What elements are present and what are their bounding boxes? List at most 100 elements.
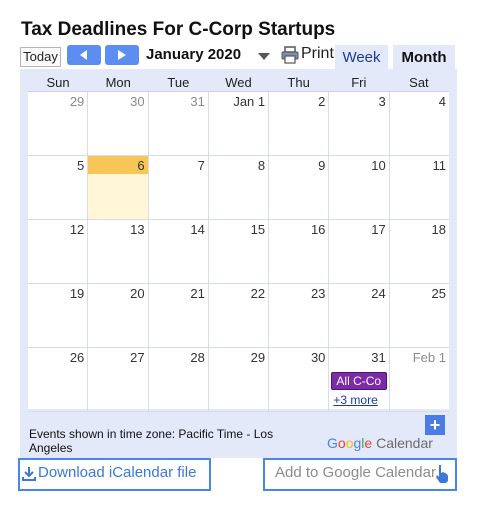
weekday-label: Mon <box>105 75 131 90</box>
day-number: 25 <box>431 286 446 301</box>
add-to-google-calendar-button[interactable]: Add to Google Calendar <box>263 458 457 491</box>
day-number: 11 <box>432 158 446 173</box>
day-number: Feb 1 <box>412 350 446 365</box>
day-number: 10 <box>371 158 386 173</box>
day-cell[interactable]: 23 <box>269 284 330 347</box>
day-cell[interactable]: 11 <box>390 156 449 219</box>
print-label: Print <box>301 45 334 62</box>
month-grid: 29 30 31 Jan 1 2 3 4 5 6 7 8 9 10 11 12 … <box>28 91 449 412</box>
next-month-button[interactable] <box>105 45 139 65</box>
add-to-calendar-plus-icon[interactable]: + <box>425 415 445 435</box>
day-cell[interactable]: 2 <box>269 92 330 155</box>
chevron-left-icon <box>80 50 87 60</box>
day-cell[interactable]: 21 <box>149 284 209 347</box>
day-cell[interactable]: 24 <box>329 284 390 347</box>
day-number: 2 <box>318 94 326 109</box>
day-cell[interactable]: 28 <box>149 348 209 411</box>
day-number: 4 <box>438 94 446 109</box>
day-cell[interactable]: 14 <box>149 220 209 283</box>
weekday-label: Wed <box>225 75 252 90</box>
day-cell[interactable]: 31 <box>149 92 209 155</box>
download-icon <box>22 467 36 481</box>
day-number: 6 <box>137 158 145 173</box>
day-cell[interactable]: 29 <box>209 348 270 411</box>
day-number: 9 <box>318 158 326 173</box>
day-cell[interactable]: 7 <box>149 156 209 219</box>
tab-week[interactable]: Week <box>335 45 388 71</box>
day-number: 13 <box>130 222 145 237</box>
day-cell[interactable]: 20 <box>88 284 149 347</box>
day-number: 3 <box>378 94 386 109</box>
day-cell[interactable]: 9 <box>269 156 330 219</box>
day-number: 14 <box>190 222 205 237</box>
day-cell[interactable]: 29 <box>28 92 89 155</box>
day-number: 27 <box>130 350 145 365</box>
week-row: 19 20 21 22 23 24 25 <box>28 284 449 348</box>
day-number: 30 <box>310 350 326 365</box>
day-number: 23 <box>310 286 326 301</box>
day-cell[interactable]: 10 <box>329 156 390 219</box>
day-number: 16 <box>310 222 326 237</box>
day-cell[interactable]: 5 <box>28 156 89 219</box>
tab-month[interactable]: Month <box>393 45 455 71</box>
day-cell[interactable]: 12 <box>28 220 89 283</box>
page-title: Tax Deadlines For C-Corp Startups <box>21 19 336 40</box>
day-number: 31 <box>190 94 205 109</box>
download-icalendar-button[interactable]: Download iCalendar file <box>18 458 211 491</box>
chevron-down-icon[interactable] <box>258 53 270 60</box>
day-cell[interactable]: 30 <box>88 92 149 155</box>
week-row: 12 13 14 15 16 17 18 <box>28 220 449 284</box>
day-number: 19 <box>69 286 85 301</box>
day-number: 12 <box>69 222 85 237</box>
day-cell[interactable]: 30 <box>269 348 330 411</box>
day-number: 8 <box>257 158 266 173</box>
month-label: January 2020 <box>146 46 242 63</box>
day-number: 7 <box>197 158 205 173</box>
day-number: 20 <box>130 286 145 301</box>
day-number: 17 <box>371 222 386 237</box>
day-cell[interactable]: 4 <box>390 92 449 155</box>
weekday-label: Fri <box>351 75 367 90</box>
prev-month-button[interactable] <box>67 45 101 65</box>
calendar-toolbar: Today January 2020 Print Week Month <box>20 44 460 71</box>
weekday-label: Sat <box>409 75 429 90</box>
day-cell[interactable]: 13 <box>88 220 149 283</box>
week-row: 5 6 7 8 9 10 11 <box>28 156 449 220</box>
day-number: 5 <box>77 158 85 173</box>
today-button[interactable]: Today <box>20 47 61 67</box>
day-cell[interactable]: 17 <box>329 220 390 283</box>
download-icalendar-label: Download iCalendar file <box>38 464 197 481</box>
week-row: 26 27 28 29 30 31 All C-Co +3 more Feb 1 <box>28 348 449 412</box>
day-cell[interactable]: 3 <box>329 92 390 155</box>
day-cell[interactable]: 18 <box>390 220 449 283</box>
calendar-frame: Sun Mon Tue Wed Thu Fri Sat 29 30 31 Jan… <box>20 69 457 458</box>
weekday-label: Thu <box>287 75 310 90</box>
day-number: 31 <box>371 350 386 365</box>
day-cell[interactable]: Feb 1 <box>390 348 449 411</box>
day-number: 22 <box>250 286 266 301</box>
day-number: 29 <box>69 94 85 109</box>
day-number: 26 <box>69 350 85 365</box>
more-events-link[interactable]: +3 more <box>333 393 377 407</box>
day-cell[interactable]: 25 <box>390 284 449 347</box>
day-number: 28 <box>190 350 205 365</box>
google-calendar-logo: Google Calendar <box>327 435 433 451</box>
day-cell[interactable]: 15 <box>209 220 270 283</box>
timezone-note: Events shown in time zone: Pacific Time … <box>29 427 274 455</box>
day-cell[interactable]: 19 <box>28 284 89 347</box>
day-cell[interactable]: 16 <box>269 220 330 283</box>
weekday-header: Sun Mon Tue Wed Thu Fri Sat <box>28 75 449 91</box>
day-number: 15 <box>250 222 266 237</box>
day-cell[interactable]: 8 <box>209 156 270 219</box>
day-cell[interactable]: 31 All C-Co +3 more <box>329 348 390 411</box>
day-number: 18 <box>431 222 446 237</box>
day-cell[interactable]: 22 <box>209 284 270 347</box>
hand-pointer-icon <box>436 465 448 483</box>
event-chip[interactable]: All C-Co <box>331 372 388 390</box>
day-cell[interactable]: Jan 1 <box>209 92 270 155</box>
day-cell[interactable]: 26 <box>28 348 89 411</box>
printer-icon <box>281 46 299 64</box>
weekday-label: Sun <box>46 75 70 90</box>
day-cell[interactable]: 27 <box>88 348 149 411</box>
day-cell[interactable]: 6 <box>88 156 149 219</box>
